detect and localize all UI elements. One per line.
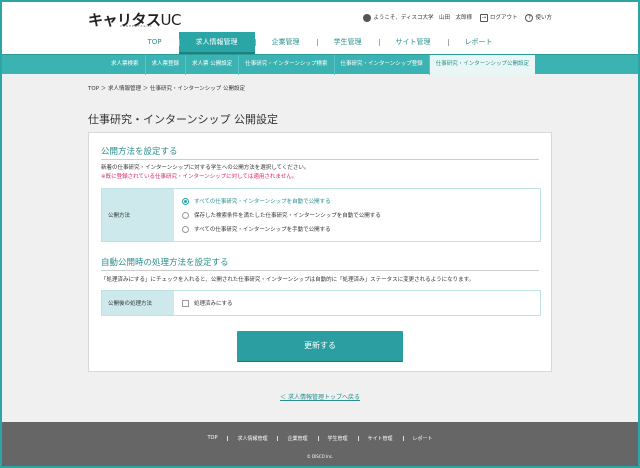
subnav-intern-search[interactable]: 仕事研究・インターンシップ検索 <box>239 55 335 75</box>
site-logo[interactable]: キャリタスUC CAREERTASUC <box>88 9 181 30</box>
gnav-student[interactable]: 学生管理 <box>316 32 379 54</box>
gnav-company[interactable]: 企業管理 <box>254 32 317 54</box>
footer-link-top[interactable]: TOP <box>197 435 227 442</box>
gnav-job-info[interactable]: 求人情報管理 <box>178 32 255 54</box>
gnav-report[interactable]: レポート <box>447 32 510 54</box>
logo-subtext: CAREERTASUC <box>120 24 153 28</box>
radio-checked-icon <box>182 197 189 205</box>
radio-label: すべての仕事研究・インターンシップを手動で公開する <box>194 227 331 233</box>
settings-panel: 公開方法を設定する 新着の仕事研究・インターンシップに対する学生への公開方法を選… <box>88 132 552 372</box>
radio-option-manual[interactable]: すべての仕事研究・インターンシップを手動で公開する <box>182 222 532 236</box>
page-title: 仕事研究・インターンシップ 公開設定 <box>88 113 278 126</box>
section2-desc: 「処理済みにする」にチェックを入れると、公開された仕事研究・インターンシップは自… <box>101 277 475 283</box>
radio-option-auto-saved-search[interactable]: 保存した検索条件を満たした仕事研究・インターンシップを自動で公開する <box>182 208 532 222</box>
checkbox-label: 処理済みにする <box>194 301 233 307</box>
section2-title: 自動公開時の処理方法を設定する <box>101 256 539 271</box>
subnav-job-publish[interactable]: 求人票 公開設定 <box>186 55 240 75</box>
post-publish-label: 公開後の処理方法 <box>102 291 174 315</box>
publish-method-label: 公開方法 <box>102 189 174 241</box>
sub-nav: 求人票検索 求人票登録 求人票 公開設定 仕事研究・インターンシップ検索 仕事研… <box>2 54 638 75</box>
radio-unchecked-icon <box>182 225 189 233</box>
help-label: 使い方 <box>535 15 552 21</box>
section1-title: 公開方法を設定する <box>101 145 539 160</box>
gnav-top[interactable]: TOP <box>130 32 178 54</box>
welcome-text: ようこそ、ディスコ大学 山田 太郎様 <box>373 15 472 21</box>
footer-link-company[interactable]: 企業管理 <box>277 435 317 442</box>
breadcrumb: TOP ＞ 求人情報管理 ＞ 仕事研究・インターンシップ 公開設定 <box>88 86 245 92</box>
mark-processed-checkbox[interactable]: 処理済みにする <box>182 296 532 310</box>
publish-method-options: すべての仕事研究・インターンシップを自動で公開する 保存した検索条件を満たした仕… <box>174 189 540 241</box>
logout-icon: → <box>479 13 488 22</box>
radio-unchecked-icon <box>182 211 189 219</box>
footer-link-job-info[interactable]: 求人情報管理 <box>227 435 277 442</box>
radio-label: すべての仕事研究・インターンシップを自動で公開する <box>194 199 331 205</box>
subnav-intern-publish[interactable]: 仕事研究・インターンシップ公開設定 <box>429 55 535 75</box>
footer-link-report[interactable]: レポート <box>402 435 443 442</box>
logo-uc-text: UC <box>160 11 182 29</box>
logout-link[interactable]: → ログアウト <box>479 13 518 22</box>
section1-desc: 新着の仕事研究・インターンシップに対する学生への公開方法を選択してください。 <box>101 165 310 171</box>
radio-label: 保存した検索条件を満たした仕事研究・インターンシップを自動で公開する <box>194 213 381 219</box>
subnav-job-register[interactable]: 求人票登録 <box>146 55 187 75</box>
radio-option-auto-all[interactable]: すべての仕事研究・インターンシップを自動で公開する <box>182 194 532 208</box>
publish-method-row: 公開方法 すべての仕事研究・インターンシップを自動で公開する 保存した検索条件を… <box>101 188 541 242</box>
section1-note: ※既に登録されている仕事研究・インターンシップに対しては適用されません。 <box>101 174 298 180</box>
subnav-job-search[interactable]: 求人票検索 <box>105 55 146 75</box>
subnav-intern-register[interactable]: 仕事研究・インターンシップ登録 <box>335 55 430 75</box>
post-publish-options: 処理済みにする <box>174 291 540 315</box>
top-header: キャリタスUC CAREERTASUC ようこそ、ディスコ大学 山田 太郎様 →… <box>2 2 638 32</box>
global-nav: TOP 求人情報管理 企業管理 学生管理 サイト管理 レポート <box>2 32 638 54</box>
footer-link-student[interactable]: 学生管理 <box>317 435 358 442</box>
user-area: ようこそ、ディスコ大学 山田 太郎様 → ログアウト ? 使い方 <box>363 13 552 22</box>
post-publish-row: 公開後の処理方法 処理済みにする <box>101 290 541 316</box>
user-icon <box>363 13 372 22</box>
help-icon: ? <box>525 13 534 22</box>
footer: TOP 求人情報管理 企業管理 学生管理 サイト管理 レポート © DISCO … <box>2 422 638 466</box>
logout-label: ログアウト <box>489 15 518 21</box>
checkbox-icon <box>182 299 189 307</box>
back-to-job-top-link[interactable]: ＜ 求人情報管理トップへ戻る <box>0 392 640 401</box>
welcome-message: ようこそ、ディスコ大学 山田 太郎様 <box>363 13 472 22</box>
footer-link-site[interactable]: サイト管理 <box>357 435 403 442</box>
gnav-site[interactable]: サイト管理 <box>378 32 448 54</box>
copyright: © DISCO Inc. <box>306 454 334 459</box>
help-link[interactable]: ? 使い方 <box>525 13 552 22</box>
update-button[interactable]: 更新する <box>237 331 403 361</box>
